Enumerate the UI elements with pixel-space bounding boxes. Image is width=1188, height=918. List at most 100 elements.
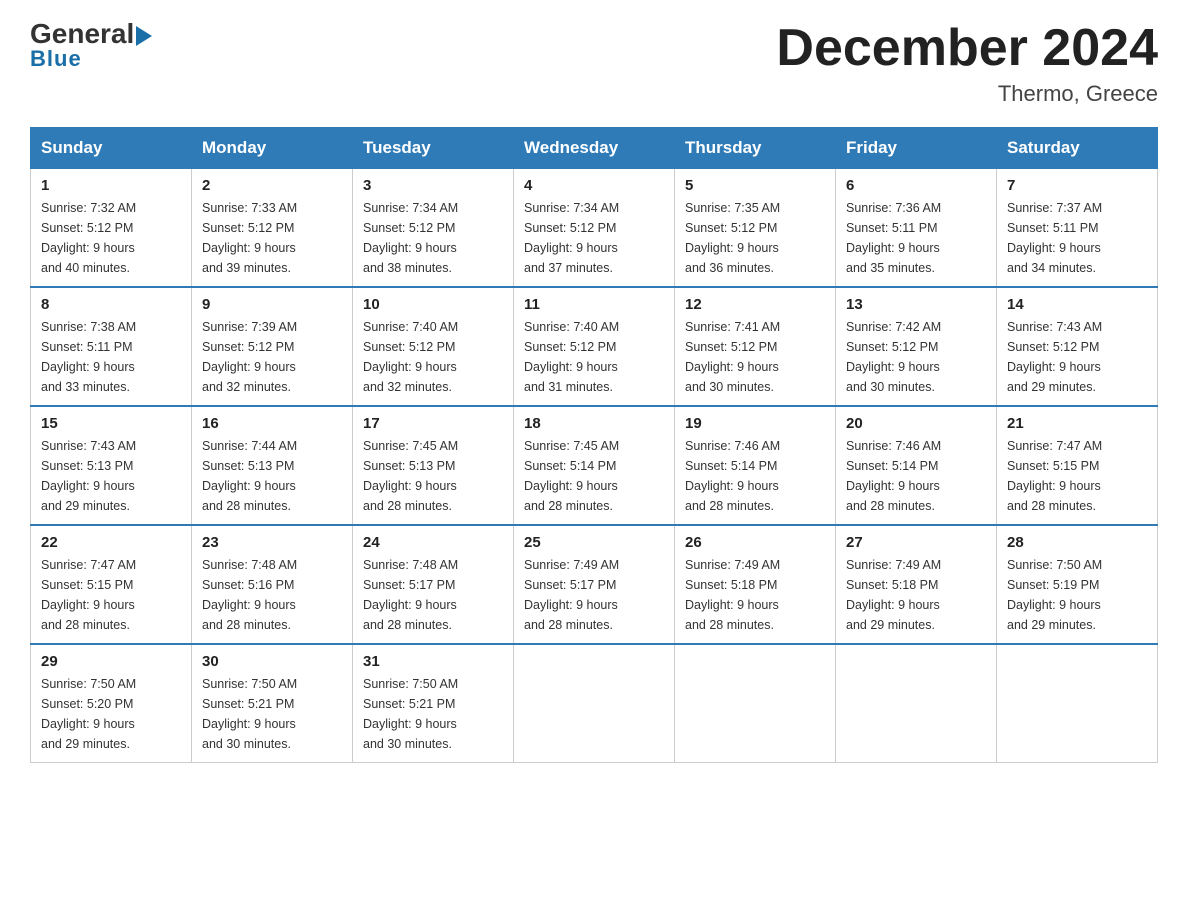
day-info: Sunrise: 7:49 AMSunset: 5:18 PMDaylight:… [846, 555, 986, 635]
day-number: 16 [202, 415, 342, 432]
calendar-cell: 17Sunrise: 7:45 AMSunset: 5:13 PMDayligh… [353, 406, 514, 525]
day-info: Sunrise: 7:33 AMSunset: 5:12 PMDaylight:… [202, 198, 342, 278]
calendar-cell: 13 Sunrise: 7:42 AMSunset: 5:12 PMDayligh… [836, 287, 997, 406]
day-number: 20 [846, 415, 986, 432]
calendar-cell: 29 Sunrise: 7:50 AMSunset: 5:20 PMDayligh… [31, 644, 192, 763]
day-number: 18 [524, 415, 664, 432]
day-info: Sunrise: 7:36 AMSunset: 5:11 PMDaylight:… [846, 198, 986, 278]
month-year-title: December 2024 [776, 20, 1158, 77]
day-number: 1 [41, 177, 181, 194]
calendar-cell: 24Sunrise: 7:48 AMSunset: 5:17 PMDayligh… [353, 525, 514, 644]
calendar-cell: 27 Sunrise: 7:49 AMSunset: 5:18 PMDayligh… [836, 525, 997, 644]
day-number: 19 [685, 415, 825, 432]
day-info: Sunrise: 7:50 AMSunset: 5:21 PMDaylight:… [202, 674, 342, 754]
day-info: Sunrise: 7:42 AMSunset: 5:12 PMDaylight:… [846, 317, 986, 397]
title-area: December 2024 Thermo, Greece [776, 20, 1158, 107]
day-info: Sunrise: 7:49 AMSunset: 5:18 PMDaylight:… [685, 555, 825, 635]
calendar-cell: 9 Sunrise: 7:39 AMSunset: 5:12 PMDaylight… [192, 287, 353, 406]
calendar-cell: 1 Sunrise: 7:32 AMSunset: 5:12 PMDaylight… [31, 169, 192, 288]
day-info: Sunrise: 7:41 AMSunset: 5:12 PMDaylight:… [685, 317, 825, 397]
weekday-header-tuesday: Tuesday [353, 128, 514, 169]
calendar-cell: 6 Sunrise: 7:36 AMSunset: 5:11 PMDaylight… [836, 169, 997, 288]
calendar-cell: 7 Sunrise: 7:37 AMSunset: 5:11 PMDaylight… [997, 169, 1158, 288]
logo-blue: Blue [30, 46, 82, 72]
calendar-cell: 12Sunrise: 7:41 AMSunset: 5:12 PMDayligh… [675, 287, 836, 406]
day-number: 22 [41, 534, 181, 551]
day-info: Sunrise: 7:37 AMSunset: 5:11 PMDaylight:… [1007, 198, 1147, 278]
page-header: General Blue December 2024 Thermo, Greec… [30, 20, 1158, 107]
day-number: 13 [846, 296, 986, 313]
weekday-header-wednesday: Wednesday [514, 128, 675, 169]
day-info: Sunrise: 7:47 AMSunset: 5:15 PMDaylight:… [41, 555, 181, 635]
day-info: Sunrise: 7:43 AMSunset: 5:13 PMDaylight:… [41, 436, 181, 516]
calendar-cell [514, 644, 675, 763]
calendar-cell: 3 Sunrise: 7:34 AMSunset: 5:12 PMDaylight… [353, 169, 514, 288]
calendar-cell: 18 Sunrise: 7:45 AMSunset: 5:14 PMDayligh… [514, 406, 675, 525]
day-number: 11 [524, 296, 664, 313]
day-number: 25 [524, 534, 664, 551]
calendar-cell: 25 Sunrise: 7:49 AMSunset: 5:17 PMDayligh… [514, 525, 675, 644]
calendar-cell: 31 Sunrise: 7:50 AMSunset: 5:21 PMDayligh… [353, 644, 514, 763]
calendar-cell [836, 644, 997, 763]
day-info: Sunrise: 7:50 AMSunset: 5:19 PMDaylight:… [1007, 555, 1147, 635]
day-info: Sunrise: 7:49 AMSunset: 5:17 PMDaylight:… [524, 555, 664, 635]
day-number: 14 [1007, 296, 1147, 313]
day-number: 9 [202, 296, 342, 313]
day-number: 8 [41, 296, 181, 313]
calendar-cell: 16 Sunrise: 7:44 AMSunset: 5:13 PMDayligh… [192, 406, 353, 525]
calendar-cell: 21 Sunrise: 7:47 AMSunset: 5:15 PMDayligh… [997, 406, 1158, 525]
day-number: 28 [1007, 534, 1147, 551]
day-info: Sunrise: 7:46 AMSunset: 5:14 PMDaylight:… [685, 436, 825, 516]
day-number: 15 [41, 415, 181, 432]
calendar-cell: 22 Sunrise: 7:47 AMSunset: 5:15 PMDayligh… [31, 525, 192, 644]
day-number: 10 [363, 296, 503, 313]
day-info: Sunrise: 7:48 AMSunset: 5:16 PMDaylight:… [202, 555, 342, 635]
day-number: 3 [363, 177, 503, 194]
weekday-header-saturday: Saturday [997, 128, 1158, 169]
calendar-cell: 26 Sunrise: 7:49 AMSunset: 5:18 PMDayligh… [675, 525, 836, 644]
calendar-cell: 11 Sunrise: 7:40 AMSunset: 5:12 PMDayligh… [514, 287, 675, 406]
calendar-cell: 19 Sunrise: 7:46 AMSunset: 5:14 PMDayligh… [675, 406, 836, 525]
day-number: 29 [41, 653, 181, 670]
day-info: Sunrise: 7:50 AMSunset: 5:21 PMDaylight:… [363, 674, 503, 754]
weekday-header-friday: Friday [836, 128, 997, 169]
calendar-cell: 30 Sunrise: 7:50 AMSunset: 5:21 PMDayligh… [192, 644, 353, 763]
weekday-header-monday: Monday [192, 128, 353, 169]
day-info: Sunrise: 7:40 AMSunset: 5:12 PMDaylight:… [524, 317, 664, 397]
day-info: Sunrise: 7:48 AMSunset: 5:17 PMDaylight:… [363, 555, 503, 635]
day-info: Sunrise: 7:45 AMSunset: 5:14 PMDaylight:… [524, 436, 664, 516]
day-info: Sunrise: 7:35 AMSunset: 5:12 PMDaylight:… [685, 198, 825, 278]
day-info: Sunrise: 7:47 AMSunset: 5:15 PMDaylight:… [1007, 436, 1147, 516]
day-number: 17 [363, 415, 503, 432]
day-info: Sunrise: 7:38 AMSunset: 5:11 PMDaylight:… [41, 317, 181, 397]
day-number: 6 [846, 177, 986, 194]
calendar-cell: 15 Sunrise: 7:43 AMSunset: 5:13 PMDayligh… [31, 406, 192, 525]
calendar-cell: 2 Sunrise: 7:33 AMSunset: 5:12 PMDaylight… [192, 169, 353, 288]
logo-arrow-icon [136, 26, 152, 46]
day-info: Sunrise: 7:34 AMSunset: 5:12 PMDaylight:… [524, 198, 664, 278]
calendar-cell [997, 644, 1158, 763]
day-number: 21 [1007, 415, 1147, 432]
day-info: Sunrise: 7:40 AMSunset: 5:12 PMDaylight:… [363, 317, 503, 397]
day-number: 30 [202, 653, 342, 670]
day-info: Sunrise: 7:46 AMSunset: 5:14 PMDaylight:… [846, 436, 986, 516]
calendar-cell: 8 Sunrise: 7:38 AMSunset: 5:11 PMDaylight… [31, 287, 192, 406]
day-info: Sunrise: 7:32 AMSunset: 5:12 PMDaylight:… [41, 198, 181, 278]
day-info: Sunrise: 7:43 AMSunset: 5:12 PMDaylight:… [1007, 317, 1147, 397]
day-number: 7 [1007, 177, 1147, 194]
calendar-table: SundayMondayTuesdayWednesdayThursdayFrid… [30, 127, 1158, 763]
day-number: 27 [846, 534, 986, 551]
day-info: Sunrise: 7:44 AMSunset: 5:13 PMDaylight:… [202, 436, 342, 516]
logo-general: General [30, 18, 134, 49]
logo: General Blue [30, 20, 152, 72]
calendar-cell: 10 Sunrise: 7:40 AMSunset: 5:12 PMDayligh… [353, 287, 514, 406]
weekday-header-thursday: Thursday [675, 128, 836, 169]
location-label: Thermo, Greece [776, 81, 1158, 107]
day-number: 26 [685, 534, 825, 551]
day-info: Sunrise: 7:39 AMSunset: 5:12 PMDaylight:… [202, 317, 342, 397]
day-number: 31 [363, 653, 503, 670]
weekday-header-sunday: Sunday [31, 128, 192, 169]
day-info: Sunrise: 7:34 AMSunset: 5:12 PMDaylight:… [363, 198, 503, 278]
day-number: 2 [202, 177, 342, 194]
day-info: Sunrise: 7:50 AMSunset: 5:20 PMDaylight:… [41, 674, 181, 754]
